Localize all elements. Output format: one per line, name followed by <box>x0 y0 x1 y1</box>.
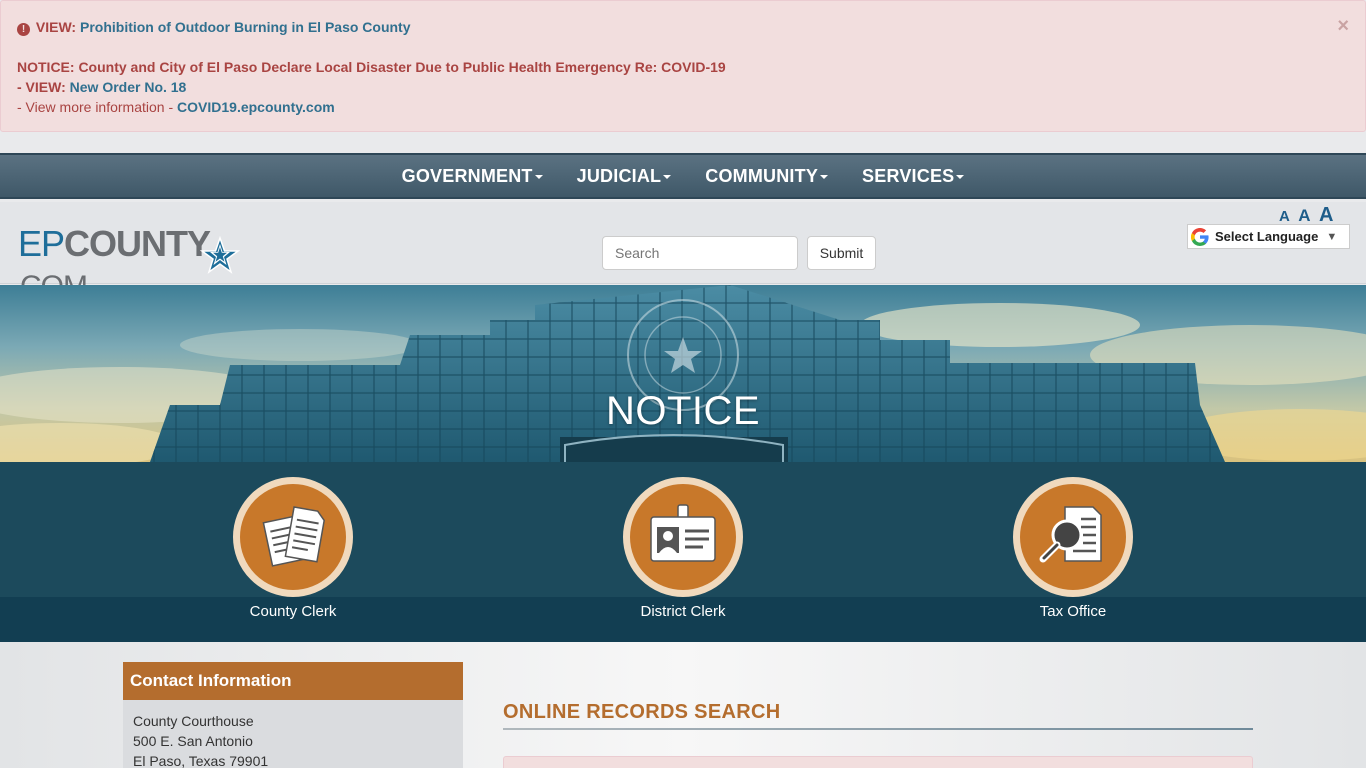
more-info-prefix: - View more information - <box>17 99 174 115</box>
service-label: District Clerk <box>640 603 726 620</box>
burning-prohibition-link[interactable]: Prohibition of Outdoor Burning in El Pas… <box>80 19 411 35</box>
main-nav: GOVERNMENT JUDICIAL COMMUNITY SERVICES <box>0 153 1366 199</box>
search-submit-button[interactable]: Submit <box>807 236 876 270</box>
nav-services[interactable]: SERVICES <box>845 166 981 187</box>
site-header: EPCOUNTYCOM Submit A A A Select Language… <box>0 202 1366 303</box>
google-icon <box>1191 227 1209 246</box>
service-label: Tax Office <box>1039 603 1107 620</box>
nav-judicial[interactable]: JUDICIAL <box>560 166 689 187</box>
epcounty-logo[interactable]: EPCOUNTYCOM <box>18 223 298 303</box>
nav-label: SERVICES <box>862 165 955 186</box>
hero-title: NOTICE <box>605 389 761 433</box>
caret-down-icon <box>820 174 829 179</box>
courthouse-image <box>0 285 1366 462</box>
nav-label: JUDICIAL <box>576 165 662 186</box>
nav-label: COMMUNITY <box>705 165 819 186</box>
contact-line: El Paso, Texas 79901 <box>133 753 269 768</box>
hero-banner: NOTICE <box>0 285 1366 462</box>
covid-site-link[interactable]: COVID19.epcounty.com <box>177 99 335 115</box>
logo-county: COUNTY <box>64 223 211 264</box>
contact-body: County Courthouse 500 E. San Antonio El … <box>123 700 463 768</box>
order-prefix: - VIEW: <box>17 79 66 95</box>
documents-icon <box>262 506 325 567</box>
county-clerk-link[interactable]: County Clerk <box>193 477 393 620</box>
id-badge-icon <box>650 504 716 562</box>
records-alert-box <box>503 756 1253 768</box>
font-size-small-button[interactable]: A <box>1279 208 1290 225</box>
star-icon <box>200 236 240 274</box>
dropdown-arrow-icon: ▼ <box>1326 230 1338 243</box>
font-size-medium-button[interactable]: A <box>1298 206 1310 225</box>
notice-alert: ! VIEW: Prohibition of Outdoor Burning i… <box>0 0 1366 132</box>
language-label: Select Language <box>1215 229 1319 244</box>
font-size-large-button[interactable]: A <box>1319 204 1333 226</box>
magnifier-document-icon <box>1039 506 1102 563</box>
exclamation-circle-icon: ! <box>17 23 30 36</box>
tax-office-circle <box>1013 477 1133 597</box>
language-select[interactable]: Select Language ▼ <box>1187 224 1350 249</box>
view-prefix: VIEW: <box>35 19 77 35</box>
search-input[interactable] <box>602 236 798 270</box>
tax-office-link[interactable]: Tax Office <box>973 477 1173 620</box>
contact-heading: Contact Information <box>123 662 463 700</box>
caret-down-icon <box>534 174 543 179</box>
district-clerk-link[interactable]: District Clerk <box>583 477 783 620</box>
logo-ep: EP <box>18 223 65 264</box>
contact-line: County Courthouse <box>133 713 254 729</box>
records-heading: ONLINE RECORDS SEARCH <box>503 701 781 723</box>
service-label: County Clerk <box>249 603 337 620</box>
contact-line: 500 E. San Antonio <box>133 733 253 749</box>
close-icon[interactable]: × <box>1337 15 1349 38</box>
district-clerk-circle <box>623 477 743 597</box>
divider <box>503 728 1253 730</box>
nav-community[interactable]: COMMUNITY <box>688 166 845 187</box>
caret-down-icon <box>956 174 965 179</box>
county-clerk-circle <box>233 477 353 597</box>
caret-down-icon <box>663 174 672 179</box>
covid-notice-text: NOTICE: County and City of El Paso Decla… <box>17 59 726 75</box>
nav-government[interactable]: GOVERNMENT <box>385 166 560 187</box>
nav-label: GOVERNMENT <box>401 165 533 186</box>
new-order-link[interactable]: New Order No. 18 <box>70 79 187 95</box>
